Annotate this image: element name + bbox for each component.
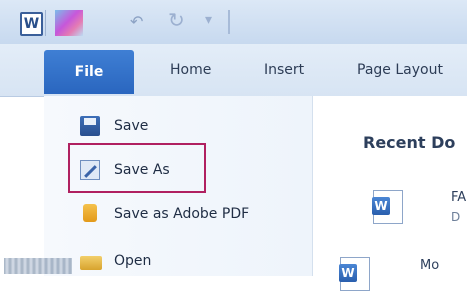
folder-open-icon [80,256,102,270]
quick-save-icon[interactable] [55,10,83,36]
tab-page-layout[interactable]: Page Layout [357,62,443,78]
menu-item-save-as[interactable]: Save As [80,155,200,185]
word-window: W ↶ ↻ ▾ File Home Insert Page Layout Sav… [0,0,467,299]
word-letter: W [339,264,357,282]
redo-icon[interactable]: ↻ [168,8,185,32]
recent-document-name[interactable]: FA [451,190,466,205]
word-app-icon[interactable]: W [20,12,43,36]
title-bar: W ↶ ↻ ▾ [0,0,467,44]
toolbar-separator [228,10,230,34]
menu-item-open[interactable]: Open [80,246,200,276]
tab-home[interactable]: Home [170,62,211,78]
word-document-icon[interactable]: W [339,257,370,291]
image-artifact [4,258,72,274]
word-document-icon[interactable]: W [372,190,403,224]
undo-icon[interactable]: ↶ [130,12,143,31]
menu-item-label: Save [114,118,149,134]
recent-documents-title: Recent Do [363,133,456,152]
menu-item-label: Save As [114,162,170,178]
adobe-pdf-icon [83,204,97,222]
save-as-icon [80,160,100,180]
floppy-disk-icon [80,116,100,136]
tab-file[interactable]: File [44,50,134,94]
recent-document-location: D [451,210,461,224]
customize-toolbar-icon[interactable]: ▾ [205,12,215,30]
recent-documents-pane [313,96,467,276]
word-letter: W [372,197,390,215]
tab-insert[interactable]: Insert [264,62,304,78]
menu-item-label: Save as Adobe PDF [114,206,250,222]
recent-document-name[interactable]: Mo [420,258,439,273]
menu-item-save-as-pdf[interactable]: Save as Adobe PDF [80,199,300,229]
menu-item-label: Open [114,253,152,269]
toolbar-separator [45,10,46,36]
menu-item-save[interactable]: Save [80,111,200,141]
